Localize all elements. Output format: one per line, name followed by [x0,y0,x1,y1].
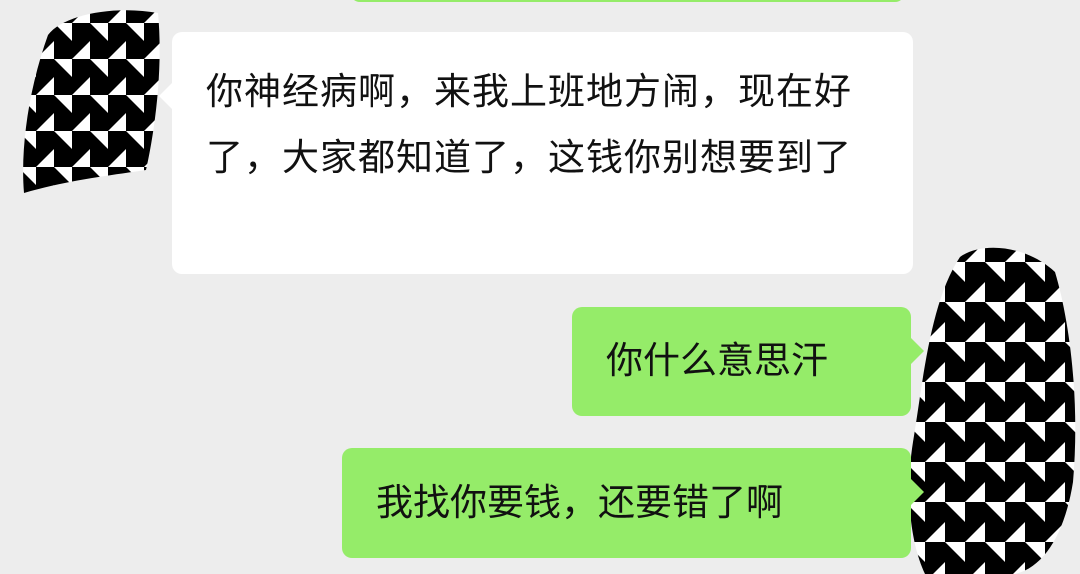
bubble-tail [910,478,924,506]
bubble-tail [910,337,924,365]
outgoing-message-bubble[interactable]: 你什么意思汗 [572,307,924,416]
previous-message-bubble [350,0,905,2]
my-avatar[interactable] [905,242,1080,574]
message-text: 我找你要钱，还要错了啊 [376,481,783,524]
bubble-tail [159,82,173,110]
outgoing-message-bubble[interactable]: 我找你要钱，还要错了啊 [342,448,924,558]
incoming-message-bubble[interactable]: 你神经病啊，来我上班地方闹，现在好了，大家都知道了，这钱你别想要到了 [159,32,913,274]
message-text: 你神经病啊，来我上班地方闹，现在好了，大家都知道了，这钱你别想要到了 [206,70,852,179]
contact-avatar[interactable] [18,5,163,197]
message-text: 你什么意思汗 [606,339,828,382]
